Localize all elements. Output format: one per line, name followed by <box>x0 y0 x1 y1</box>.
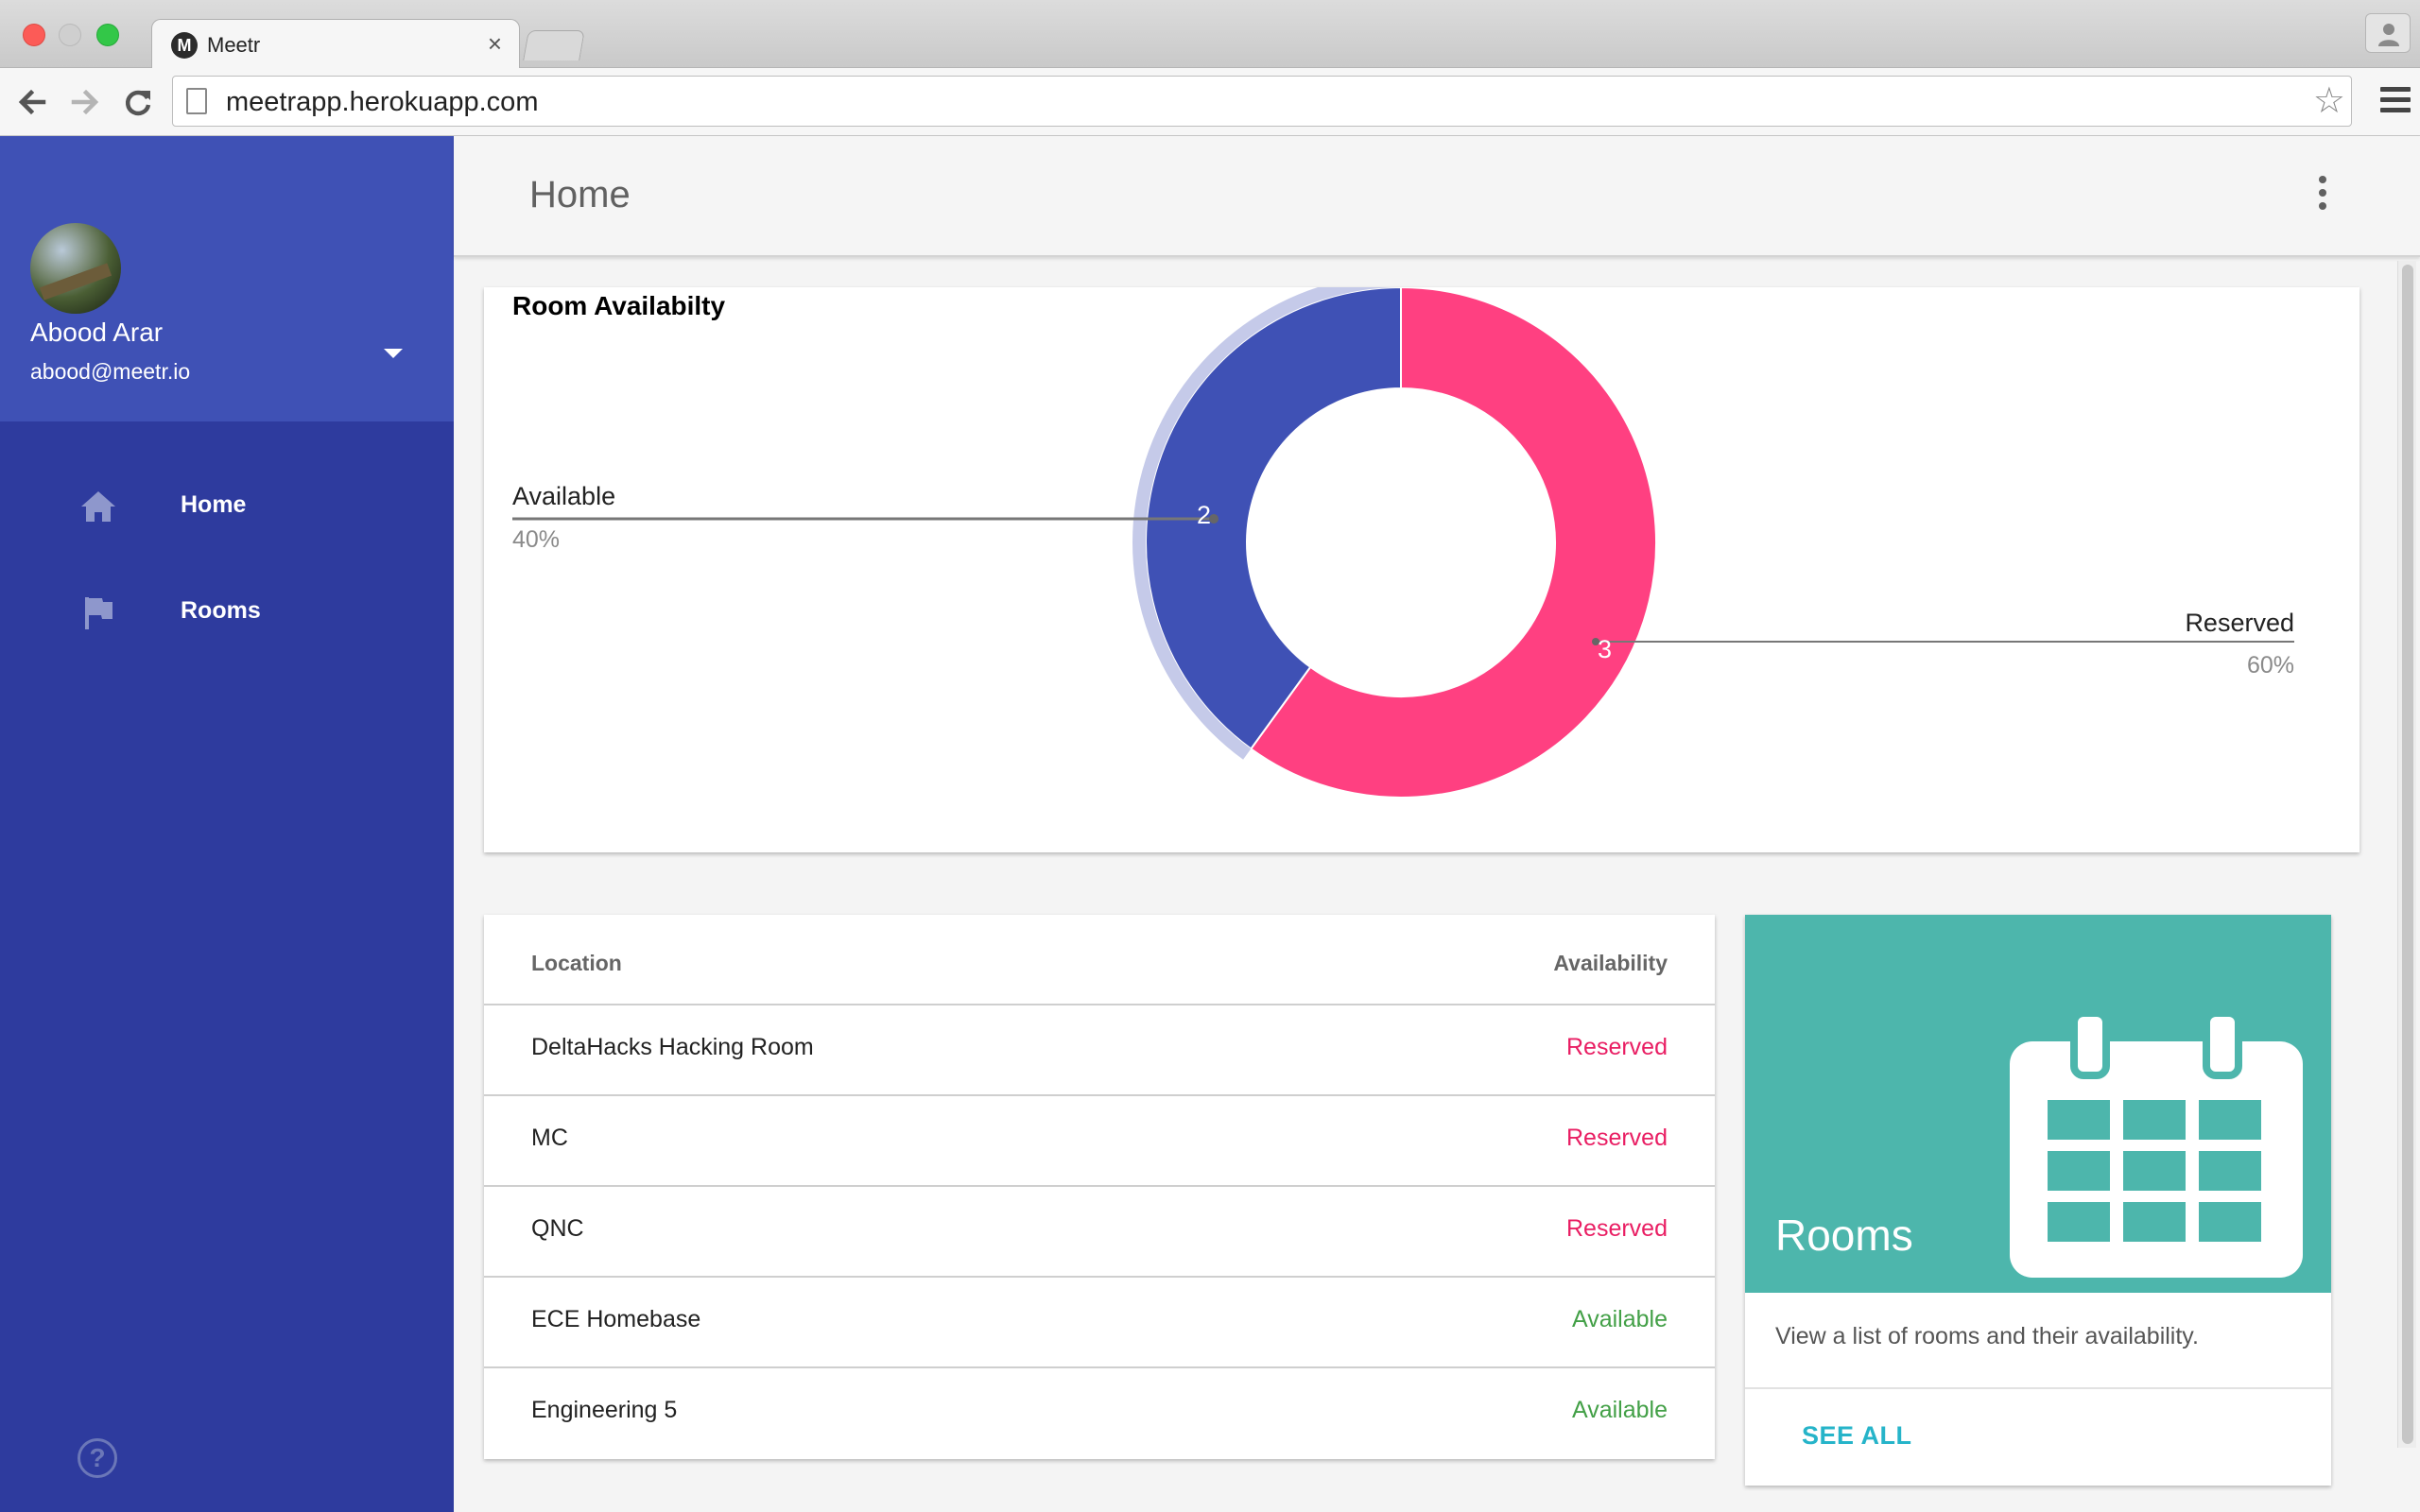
donut-slices <box>1132 287 1657 799</box>
room-location: ECE Homebase <box>531 1306 701 1332</box>
availability-column-header[interactable]: Availability <box>1553 951 1668 976</box>
sidebar-user-header: Abood Arar abood@meetr.io <box>0 136 454 421</box>
location-column-header[interactable]: Location <box>531 951 622 976</box>
available-slice-percent: 40% <box>512 526 560 553</box>
tab-title: Meetr <box>207 33 261 57</box>
available-slice-label: Available <box>512 482 615 510</box>
sidebar-item-rooms[interactable]: Rooms <box>0 565 454 656</box>
new-tab-button[interactable] <box>523 30 585 60</box>
forward-arrow-icon <box>71 89 99 115</box>
user-name: Abood Arar <box>30 318 164 347</box>
room-availability: Available <box>1571 1397 1668 1423</box>
browser-profile-button[interactable] <box>2365 13 2411 53</box>
page-icon <box>186 88 207 114</box>
donut-chart: Available 40% 2 Reserved 60% 3 <box>512 287 2294 799</box>
flag-icon <box>85 597 112 629</box>
divider <box>1745 1387 2331 1389</box>
meetr-favicon-icon: M <box>171 32 198 59</box>
browser-menu-button[interactable] <box>2380 87 2411 115</box>
back-button[interactable] <box>15 85 49 119</box>
available-slice-value: 2 <box>1197 501 1211 529</box>
room-location: MC <box>531 1125 568 1151</box>
see-all-button[interactable]: SEE ALL <box>1802 1421 1912 1451</box>
help-icon[interactable]: ? <box>78 1438 117 1478</box>
browser-titlebar: M Meetr × <box>0 0 2420 70</box>
app-header: Home <box>454 136 2420 257</box>
rooms-table: Location Availability DeltaHacks Hacking… <box>484 915 1715 1459</box>
room-availability: Available <box>1571 1306 1668 1332</box>
bookmark-star-icon[interactable]: ☆ <box>2313 82 2345 120</box>
rooms-card-hero: Rooms <box>1745 915 2331 1293</box>
sidebar-item-home[interactable]: Home <box>0 459 454 550</box>
table-row[interactable]: Engineering 5 Available <box>484 1368 1715 1459</box>
account-dropdown-icon[interactable] <box>384 349 403 358</box>
close-window-button[interactable] <box>23 24 45 46</box>
table-row[interactable]: MC Reserved <box>484 1096 1715 1187</box>
rooms-card-description: View a list of rooms and their availabil… <box>1775 1323 2199 1349</box>
table-header: Location Availability <box>484 915 1715 1005</box>
sidebar-item-label: Rooms <box>181 597 261 624</box>
address-url: meetrapp.herokuapp.com <box>226 87 539 117</box>
reload-icon <box>125 90 151 116</box>
avatar <box>30 223 121 314</box>
table-row[interactable]: DeltaHacks Hacking Room Reserved <box>484 1005 1715 1096</box>
room-location: DeltaHacks Hacking Room <box>531 1034 814 1060</box>
reserved-slice-value: 3 <box>1598 635 1612 663</box>
back-arrow-icon <box>18 89 46 115</box>
forward-button[interactable] <box>68 85 102 119</box>
table-row[interactable]: QNC Reserved <box>484 1187 1715 1278</box>
scrollbar-thumb[interactable] <box>2402 265 2413 1444</box>
browser-tab[interactable]: M Meetr × <box>151 19 520 70</box>
tab-close-icon[interactable]: × <box>488 29 502 59</box>
room-availability: Reserved <box>1566 1215 1668 1242</box>
rooms-card: Rooms View a list of rooms and their ava… <box>1745 915 2331 1486</box>
reload-button[interactable] <box>121 85 155 119</box>
sidebar-item-label: Home <box>181 491 247 518</box>
table-row[interactable]: ECE Homebase Available <box>484 1278 1715 1368</box>
sidebar: Abood Arar abood@meetr.io Home Rooms ? <box>0 136 454 1512</box>
page-scrollbar[interactable] <box>2397 261 2416 1448</box>
person-icon <box>2378 24 2399 46</box>
address-bar[interactable]: meetrapp.herokuapp.com ☆ <box>172 76 2352 127</box>
calendar-icon <box>2010 1013 2303 1278</box>
zoom-window-button[interactable] <box>96 24 119 46</box>
room-location: QNC <box>531 1215 584 1242</box>
reserved-slice-label: Reserved <box>2185 609 2294 637</box>
browser-toolbar: meetrapp.herokuapp.com ☆ <box>0 68 2420 136</box>
room-availability: Reserved <box>1566 1034 1668 1060</box>
user-email: abood@meetr.io <box>30 359 191 384</box>
rooms-card-title: Rooms <box>1775 1211 1913 1260</box>
room-location: Engineering 5 <box>531 1397 678 1423</box>
minimize-window-button[interactable] <box>59 24 81 46</box>
home-icon <box>81 491 115 522</box>
room-availability-card: Room Availabilty Available 40% 2 Reserve… <box>484 287 2360 852</box>
reserved-slice-percent: 60% <box>2247 652 2294 679</box>
more-options-icon[interactable] <box>2316 176 2329 214</box>
page-title: Home <box>529 174 631 215</box>
room-availability: Reserved <box>1566 1125 1668 1151</box>
